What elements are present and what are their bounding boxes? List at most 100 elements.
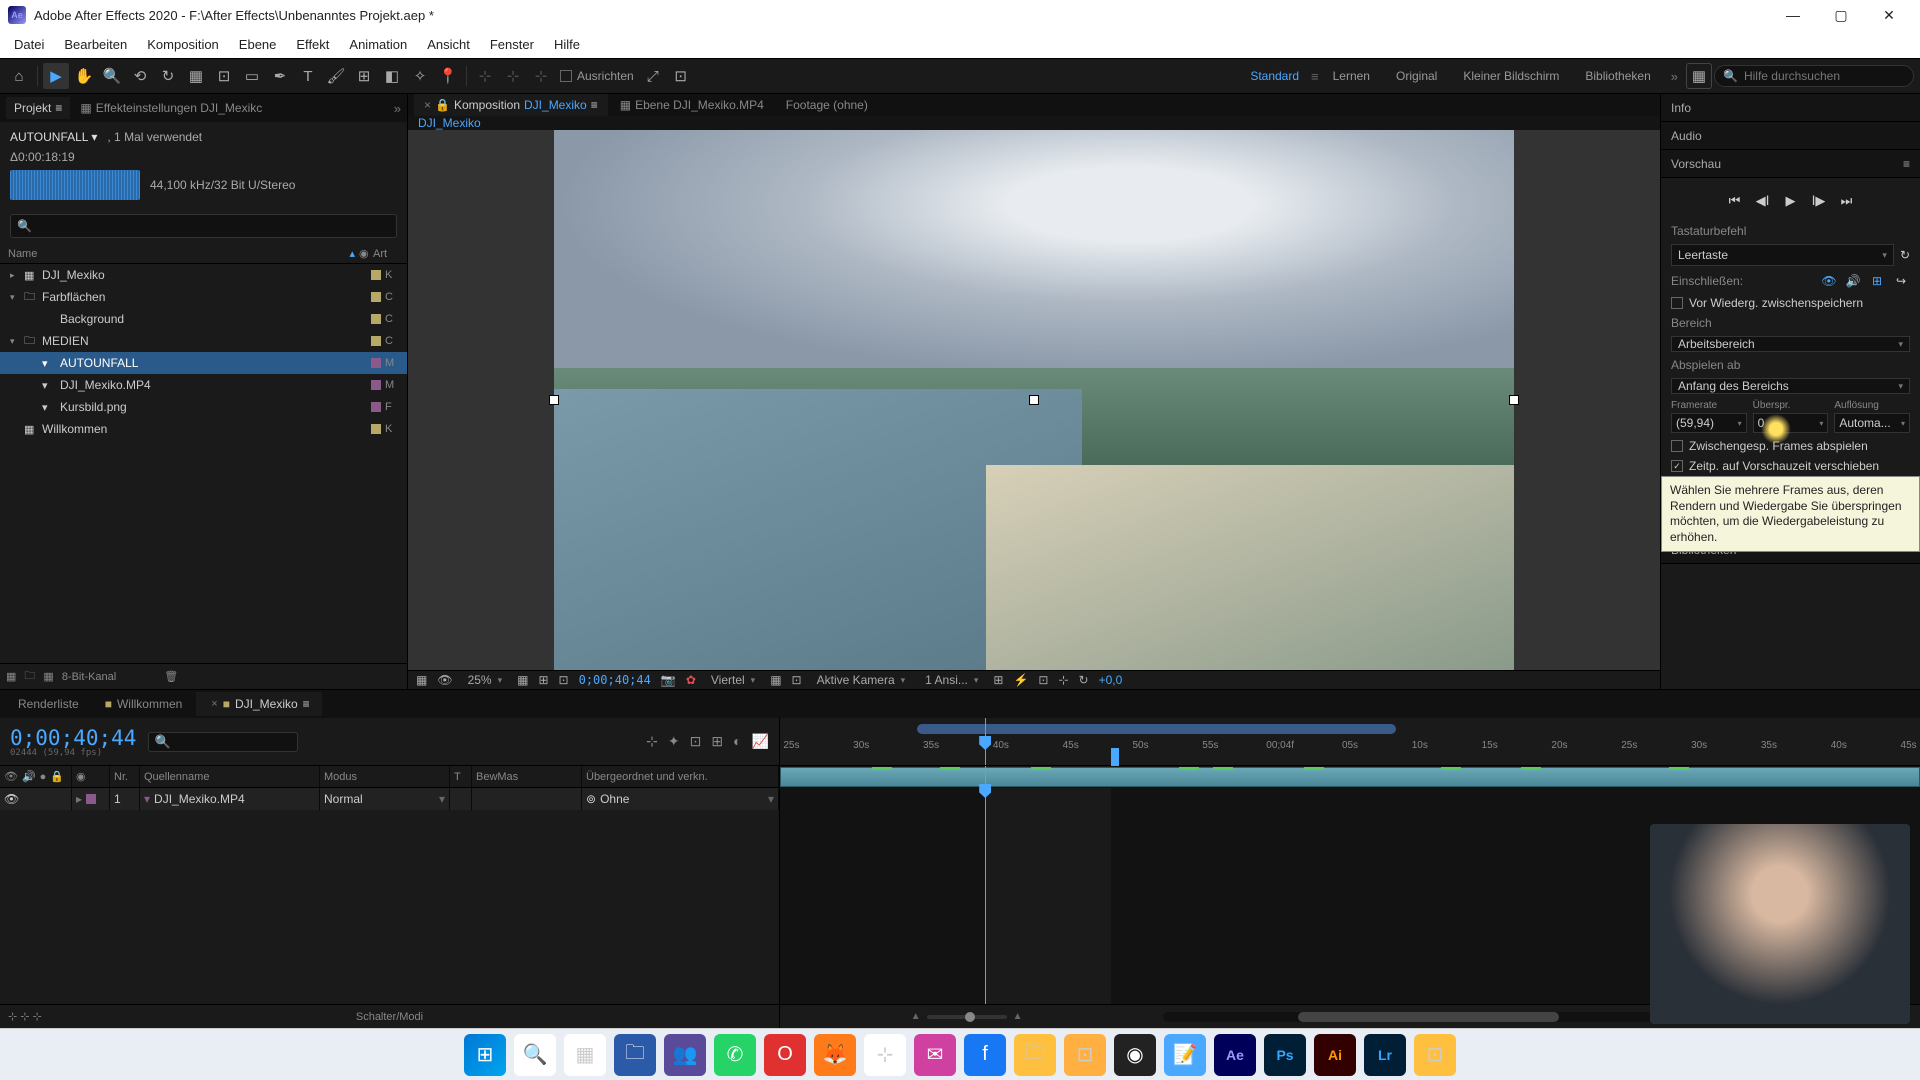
project-item[interactable]: ▾DJI_Mexiko.MP4M bbox=[0, 374, 407, 396]
taskbar-ps[interactable]: Ps bbox=[1264, 1034, 1306, 1076]
video-col-icon[interactable]: 👁 bbox=[4, 770, 18, 783]
loop-icon[interactable]: ↪ bbox=[1892, 272, 1910, 290]
timeline-icon[interactable]: ⊡ bbox=[1038, 673, 1048, 687]
label-col-icon2[interactable]: ◉ bbox=[76, 770, 86, 783]
channel-icon[interactable]: ✿ bbox=[686, 673, 696, 687]
clone-tool[interactable]: ⊞ bbox=[351, 63, 377, 89]
timeline-zoom-slider[interactable]: ▲ ▲ bbox=[780, 1011, 1153, 1022]
include-audio-icon[interactable]: 🔊 bbox=[1844, 272, 1862, 290]
trkmat-col[interactable]: BewMas bbox=[472, 766, 582, 787]
menu-datei[interactable]: Datei bbox=[4, 33, 54, 56]
roto-tool[interactable]: ✧ bbox=[407, 63, 433, 89]
snapshot-icon[interactable]: 📷 bbox=[661, 673, 676, 687]
move-time-checkbox[interactable]: ✓Zeitp. auf Vorschauzeit verschieben bbox=[1671, 459, 1910, 473]
timeline-comp-tab[interactable]: ×■ DJI_Mexiko ≡ bbox=[196, 692, 321, 716]
layer-video-toggle[interactable]: 👁 bbox=[4, 792, 19, 806]
play-button[interactable]: ▶ bbox=[1780, 190, 1802, 212]
taskbar-ai[interactable]: Ai bbox=[1314, 1034, 1356, 1076]
playfrom-select[interactable]: Anfang des Bereichs bbox=[1671, 378, 1910, 394]
menu-ansicht[interactable]: Ansicht bbox=[417, 33, 480, 56]
project-tab[interactable]: Projekt ≡ bbox=[6, 97, 70, 119]
source-col[interactable]: Quellenname bbox=[140, 766, 320, 787]
views-dropdown[interactable]: 1 Ansi... bbox=[920, 671, 983, 689]
workspace-standard[interactable]: Standard bbox=[1240, 69, 1309, 83]
frame-blend-icon[interactable]: ⊞ bbox=[711, 733, 723, 750]
label-col-icon[interactable]: ◉ bbox=[359, 247, 373, 260]
shape-tool[interactable]: ▭ bbox=[239, 63, 265, 89]
layer-anchor[interactable] bbox=[1029, 395, 1039, 405]
framerate-select[interactable]: (59,94) bbox=[1671, 413, 1747, 433]
time-ruler[interactable]: 25s30s35s40s45s50s55s00;04f05s10s15s20s2… bbox=[780, 718, 1920, 766]
taskbar-app1[interactable]: ⊹ bbox=[864, 1034, 906, 1076]
taskbar-whatsapp[interactable]: ✆ bbox=[714, 1034, 756, 1076]
project-item[interactable]: ▦WillkommenK bbox=[0, 418, 407, 440]
taskbar-facebook[interactable]: f bbox=[964, 1034, 1006, 1076]
layer-mode-select[interactable]: Normal bbox=[324, 792, 363, 806]
taskbar-app3[interactable]: ⊡ bbox=[1414, 1034, 1456, 1076]
layer-clip[interactable] bbox=[780, 767, 1920, 787]
hand-tool[interactable]: ✋ bbox=[71, 63, 97, 89]
menu-komposition[interactable]: Komposition bbox=[137, 33, 229, 56]
project-item[interactable]: ▾Kursbild.pngF bbox=[0, 396, 407, 418]
workspace-kleiner[interactable]: Kleiner Bildschirm bbox=[1451, 69, 1571, 83]
timecode-display[interactable]: 0;00;40;44 bbox=[579, 673, 651, 687]
include-overlay-icon[interactable]: ⊞ bbox=[1868, 272, 1886, 290]
help-search[interactable]: 🔍 Hilfe durchsuchen bbox=[1714, 65, 1914, 87]
menu-animation[interactable]: Animation bbox=[339, 33, 417, 56]
taskbar-taskview[interactable]: ▦ bbox=[564, 1034, 606, 1076]
audio-col-icon[interactable]: 🔊 bbox=[22, 770, 36, 783]
pickwhip-icon[interactable]: ⊚ bbox=[586, 792, 596, 806]
camera-tool[interactable]: ▦ bbox=[183, 63, 209, 89]
brush-tool[interactable]: 🖌 bbox=[323, 63, 349, 89]
effect-controls-tab[interactable]: ▦ Effekteinstellungen DJI_Mexikc bbox=[72, 97, 270, 119]
type-tool[interactable]: T bbox=[295, 63, 321, 89]
close-button[interactable]: ✕ bbox=[1866, 0, 1912, 30]
taskbar-notepad[interactable]: 📝 bbox=[1164, 1034, 1206, 1076]
resolution-dropdown[interactable]: Viertel bbox=[706, 671, 760, 689]
bin-icon[interactable]: 🗀 bbox=[24, 667, 35, 686]
trash-icon[interactable]: 🗑 bbox=[164, 670, 178, 683]
taskbar-ae[interactable]: Ae bbox=[1214, 1034, 1256, 1076]
project-tree[interactable]: ▸▦DJI_MexikoK▾🗀FarbflächenCBackgroundC▾🗀… bbox=[0, 264, 407, 663]
motion-blur-icon[interactable]: ◐ bbox=[733, 733, 741, 750]
toggle-switches-icon[interactable]: ⊹ ⊹ ⊹ bbox=[8, 1010, 42, 1023]
project-item[interactable]: BackgroundC bbox=[0, 308, 407, 330]
flowchart-icon[interactable]: ⊹ bbox=[1058, 673, 1068, 687]
timeline-layer-1[interactable]: 👁 ▸ 1 ▾DJI_Mexiko.MP4 Normal ▾ ⊚Ohne ▾ bbox=[0, 788, 779, 810]
workspace-icon[interactable]: ▦ bbox=[1686, 63, 1712, 89]
shortcut-select[interactable]: Leertaste bbox=[1671, 244, 1894, 266]
menu-effekt[interactable]: Effekt bbox=[286, 33, 339, 56]
taskbar-explorer[interactable]: 🗀 bbox=[614, 1034, 656, 1076]
taskbar-messenger[interactable]: ✉ bbox=[914, 1034, 956, 1076]
exposure-value[interactable]: +0,0 bbox=[1099, 673, 1123, 687]
alpha-icon[interactable]: ▦ bbox=[416, 673, 427, 687]
taskbar-obs[interactable]: ◉ bbox=[1114, 1034, 1156, 1076]
snap-opt-icon[interactable]: ⊡ bbox=[668, 63, 694, 89]
comp-mini-icon[interactable]: ⊹ bbox=[646, 733, 658, 750]
zoom-tool[interactable]: 🔍 bbox=[99, 63, 125, 89]
last-frame-button[interactable]: ⏭ bbox=[1836, 190, 1858, 212]
footage-tab[interactable]: Footage (ohne) bbox=[776, 94, 878, 116]
project-col-name[interactable]: Name bbox=[8, 248, 349, 260]
home-tool[interactable]: ⌂ bbox=[6, 63, 32, 89]
layer-handle-right[interactable] bbox=[1509, 395, 1519, 405]
nr-col[interactable]: Nr. bbox=[110, 766, 140, 787]
comp-tab[interactable]: × 🔒 Komposition DJI_Mexiko ≡ bbox=[414, 94, 608, 116]
solo-col-icon[interactable]: ● bbox=[40, 771, 47, 783]
project-item[interactable]: ▾AUTOUNFALLM bbox=[0, 352, 407, 374]
grid-icon[interactable]: ▦ bbox=[517, 673, 528, 687]
fast-icon[interactable]: ⚡ bbox=[1013, 673, 1028, 687]
menu-bearbeiten[interactable]: Bearbeiten bbox=[54, 33, 137, 56]
menu-ebene[interactable]: Ebene bbox=[229, 33, 287, 56]
draft3d-icon[interactable]: ✦ bbox=[668, 733, 680, 750]
include-video-icon[interactable]: 👁 bbox=[1820, 272, 1838, 290]
taskbar-app2[interactable]: ⊡ bbox=[1064, 1034, 1106, 1076]
info-panel-header[interactable]: Info bbox=[1661, 94, 1920, 122]
comp-new-icon[interactable]: ▦ bbox=[43, 670, 53, 683]
roi-icon[interactable]: ⊡ bbox=[559, 673, 569, 687]
layer-tab[interactable]: ▦ Ebene DJI_Mexiko.MP4 bbox=[610, 94, 774, 116]
cached-frames-checkbox[interactable]: Zwischengesp. Frames abspielen bbox=[1671, 439, 1910, 453]
layer-parent-select[interactable]: Ohne bbox=[600, 792, 629, 806]
snap-checkbox[interactable]: Ausrichten bbox=[560, 69, 634, 83]
hide-shy-icon[interactable]: ⊡ bbox=[690, 733, 702, 750]
